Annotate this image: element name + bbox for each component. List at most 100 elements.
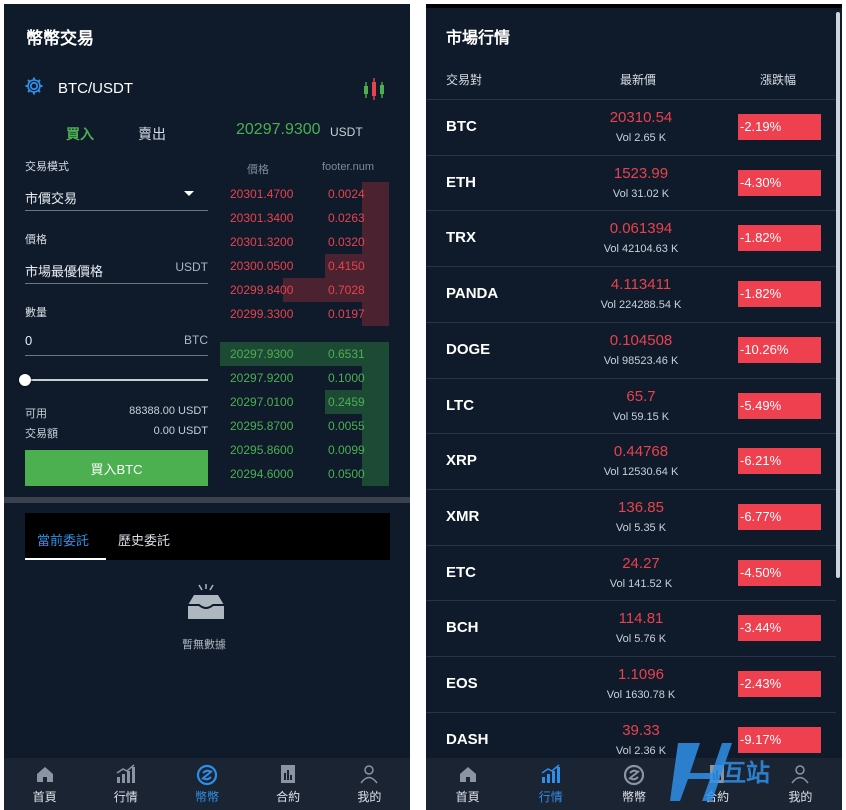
market-row[interactable]: TRX 0.061394 Vol 42104.63 K -1.82% (426, 210, 836, 266)
latest-price: 136.85 (618, 498, 664, 516)
nav-item-market[interactable]: 行情 (96, 758, 156, 805)
volume-label: 交易額 (25, 428, 58, 440)
trade-mode-select[interactable]: 市價交易 (25, 188, 77, 207)
gear-icon[interactable] (24, 76, 44, 101)
orderbook-price: 20299.8400 (230, 283, 294, 297)
nav-item-contract[interactable]: 合約 (258, 758, 318, 805)
change-badge[interactable]: -3.44% (738, 615, 821, 642)
ask-row[interactable]: 20301.3200 0.0320 (220, 230, 389, 254)
market-row[interactable]: LTC 65.7 Vol 59.15 K -5.49% (426, 377, 836, 434)
bid-row[interactable]: 20297.0100 0.2459 (220, 390, 389, 414)
volume: Vol 5.35 K (615, 521, 667, 534)
scrollbar[interactable] (836, 12, 840, 578)
orderbook-price: 20301.4700 (230, 187, 294, 201)
amount-input[interactable]: 0 (25, 333, 32, 348)
ask-row[interactable]: 20300.0500 0.4150 (220, 254, 389, 278)
price-label: 價格 (25, 234, 47, 246)
price-unit: USDT (175, 260, 208, 274)
market-row[interactable]: ETC 24.27 Vol 141.52 K -4.50% (426, 544, 836, 601)
depth-bar (362, 206, 389, 230)
change-badge[interactable]: -2.19% (738, 114, 821, 140)
tab-order-history[interactable]: 歷史委託 (118, 530, 170, 549)
orderbook-price: 20301.3200 (230, 235, 294, 249)
pair-symbol: ETH (446, 173, 476, 191)
volume: Vol 224288.54 K (600, 299, 682, 312)
tab-current-orders[interactable]: 當前委託 (37, 530, 89, 549)
market-row[interactable]: EOS 1.1096 Vol 1630.78 K -2.43% (426, 656, 836, 712)
empty-state-text: 暫無數據 (182, 639, 226, 651)
bid-row[interactable]: 20297.9300 0.6531 (220, 342, 389, 366)
amount-slider[interactable] (25, 379, 208, 381)
latest-price: 1.1096 (618, 666, 664, 683)
change-badge[interactable]: -1.82% (738, 225, 821, 252)
bid-row[interactable]: 20295.8600 0.0099 (220, 438, 389, 462)
slider-handle[interactable] (19, 374, 31, 386)
market-row[interactable]: ETH 1523.99 Vol 31.02 K -4.30% (426, 154, 836, 211)
latest-price: 0.104508 (609, 331, 673, 349)
kline-chart-icon[interactable] (362, 76, 386, 107)
market-row[interactable]: XRP 0.44768 Vol 12530.64 K -6.21% (426, 433, 836, 489)
bid-row[interactable]: 20297.9200 0.1000 (220, 366, 389, 390)
pair-symbol: BTC (446, 118, 477, 135)
market-row[interactable]: DOGE 0.104508 Vol 98523.46 K -10.26% (426, 321, 836, 378)
watermark-text: 互站 (722, 760, 770, 787)
change-badge[interactable]: -10.26% (738, 336, 821, 363)
market-row[interactable]: PANDA 4.113411 Vol 224288.54 K -1.82% (426, 266, 836, 322)
orderbook-price: 20294.6000 (230, 467, 294, 481)
bid-row[interactable]: 20295.8700 0.0055 (220, 414, 389, 438)
depth-bar (362, 438, 389, 462)
change-badge[interactable]: -1.82% (738, 281, 821, 308)
volume: Vol 31.02 K (612, 187, 670, 200)
ask-row[interactable]: 20299.8400 0.7028 (220, 278, 389, 302)
ask-row[interactable]: 20301.3400 0.0263 (220, 206, 389, 230)
nav-item-market[interactable]: 行情 (521, 758, 581, 805)
buy-btc-button[interactable]: 買入BTC (25, 450, 208, 486)
nav-item-coin[interactable]: 幣幣 (177, 758, 237, 805)
nav-label: 幣幣 (194, 790, 219, 804)
market-row[interactable]: BTC 20310.54 Vol 2.65 K -2.19% (426, 99, 836, 155)
pair-symbol: ETC (446, 563, 476, 581)
change-badge[interactable]: -6.77% (738, 503, 821, 530)
bid-row[interactable]: 20294.6000 0.0500 (220, 462, 389, 486)
pair-selector[interactable]: BTC/USDT (24, 76, 133, 101)
nav-item-home[interactable]: 首頁 (15, 758, 75, 805)
market-row[interactable]: XMR 136.85 Vol 5.35 K -6.77% (426, 488, 836, 545)
volume: Vol 2.65 K (615, 132, 667, 144)
nav-label: 幣幣 (621, 790, 646, 804)
pair-symbol: TRX (446, 229, 476, 247)
nav-label: 合約 (276, 790, 301, 804)
orderbook-price: 20301.3400 (230, 211, 294, 225)
ask-row[interactable]: 20299.3300 0.0197 (220, 302, 389, 326)
latest-price: 65.7 (626, 387, 656, 405)
latest-price: 114.81 (618, 610, 664, 628)
available-row: 可用 88388.00 USDT (25, 405, 208, 421)
change-badge[interactable]: -6.21% (738, 448, 821, 475)
change-badge[interactable]: -2.43% (738, 671, 821, 697)
ask-row[interactable]: 20301.4700 0.0024 (220, 182, 389, 206)
change-badge[interactable]: -5.49% (738, 392, 821, 419)
nav-item-coin[interactable]: 幣幣 (604, 758, 664, 805)
volume: Vol 59.15 K (612, 410, 670, 423)
contract-icon (279, 764, 297, 786)
home-icon (35, 764, 55, 786)
orderbook-qty: 0.0055 (328, 419, 365, 433)
bottom-nav: 首頁 行情 幣幣 合約 我的 (4, 758, 410, 810)
change-badge[interactable]: -4.50% (738, 559, 821, 586)
market-row[interactable]: BCH 114.81 Vol 5.76 K -3.44% (426, 600, 836, 656)
dropdown-caret-icon[interactable] (184, 191, 194, 196)
coin-icon (623, 764, 645, 786)
pair-symbol: EOS (446, 675, 478, 692)
orderbook-qty: 0.6531 (328, 347, 365, 361)
pair-symbol: PANDA (446, 285, 499, 303)
nav-item-home[interactable]: 首頁 (438, 758, 498, 805)
price-field[interactable]: 市場最優價格 (25, 261, 103, 280)
tab-buy[interactable]: 買入 (66, 124, 94, 144)
spot-trading-panel: 幣幣交易 BTC/USDT 買入 賣出 20297.9300 USDT 交易模式… (4, 4, 410, 810)
tab-sell[interactable]: 賣出 (138, 124, 166, 144)
change-badge[interactable]: -4.30% (738, 169, 821, 196)
orderbook-price: 20300.0500 (230, 259, 294, 273)
latest-price: 4.113411 (610, 276, 672, 294)
latest-price: 0.061394 (609, 220, 673, 238)
nav-item-profile[interactable]: 我的 (339, 758, 399, 805)
amount-label: 數量 (25, 307, 47, 319)
